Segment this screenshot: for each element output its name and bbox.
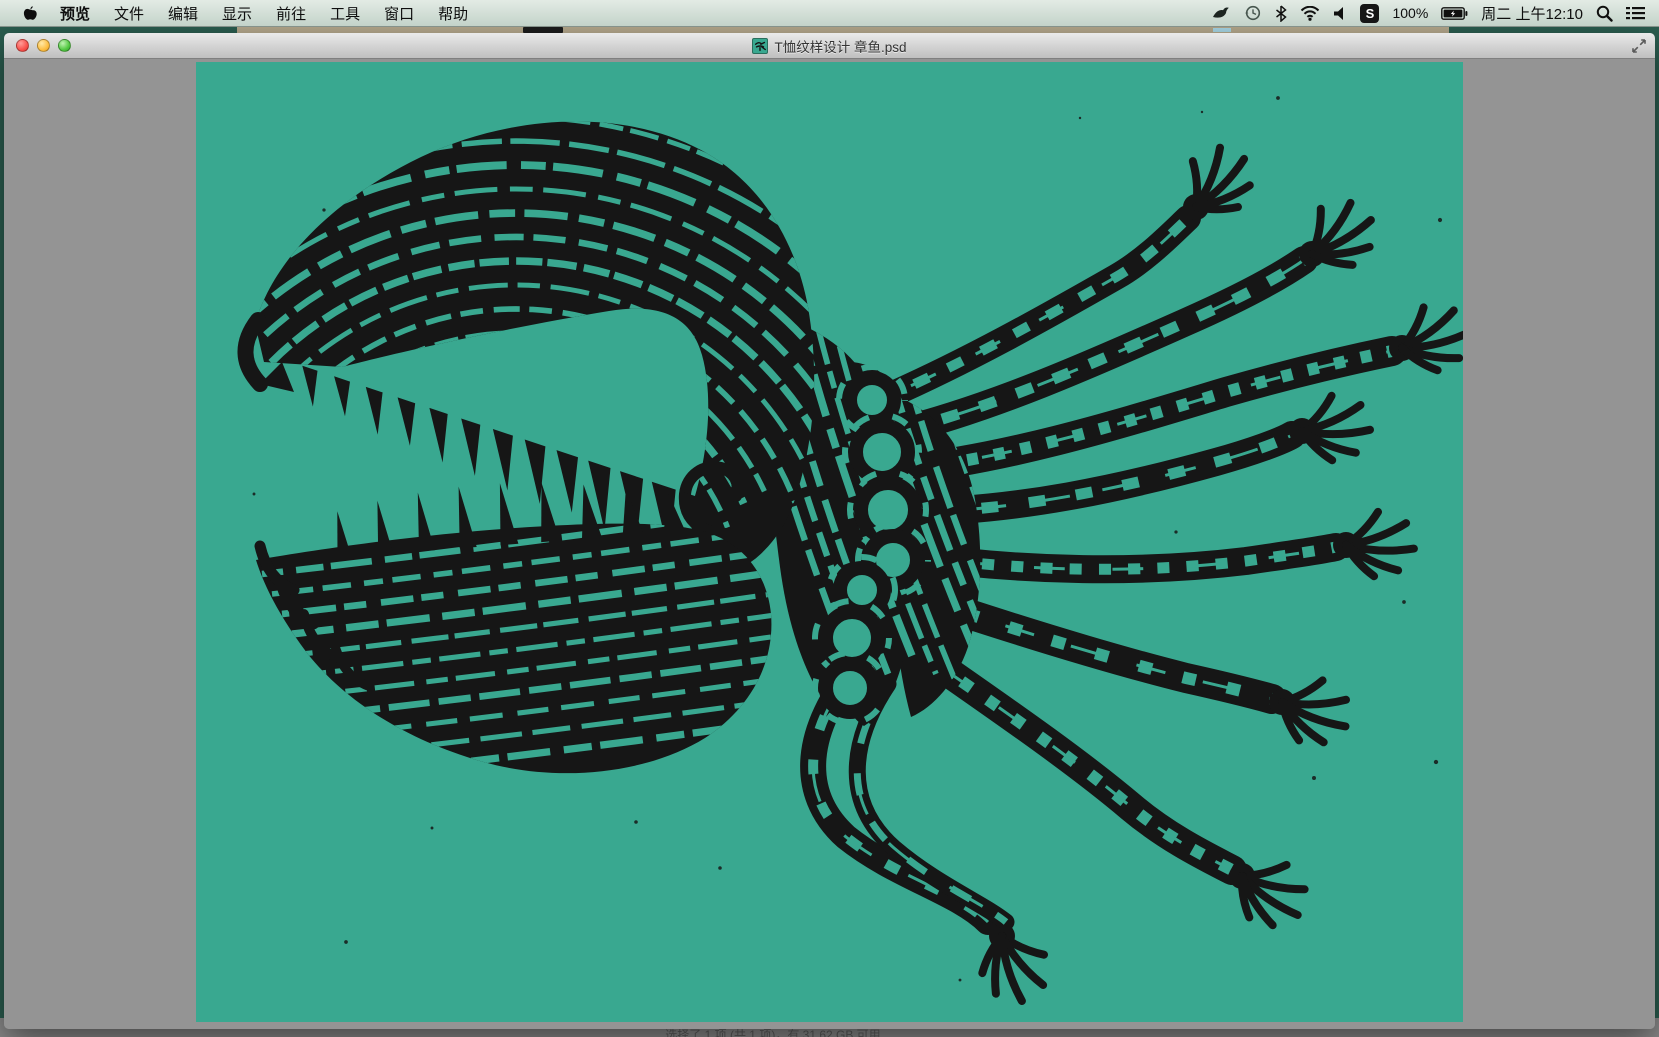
battery-percent: 100%	[1392, 5, 1428, 21]
notification-center-icon[interactable]	[1626, 6, 1645, 20]
input-method-badge[interactable]: S	[1360, 4, 1379, 23]
zoom-button[interactable]	[58, 39, 71, 52]
title-group: T恤纹样设计 章鱼.psd	[752, 36, 906, 56]
minimize-button[interactable]	[37, 39, 50, 52]
window-controls	[16, 33, 71, 58]
bird-status-icon[interactable]	[1211, 5, 1231, 21]
time-machine-icon[interactable]	[1244, 4, 1262, 22]
menu-bar: 预览 文件 编辑 显示 前往 工具 窗口 帮助 S 100% 周二 上午12:1…	[0, 0, 1659, 27]
spotlight-icon[interactable]	[1596, 5, 1613, 22]
menu-file[interactable]: 文件	[114, 3, 144, 24]
window-title: T恤纹样设计 章鱼.psd	[774, 36, 906, 56]
menu-edit[interactable]: 编辑	[168, 3, 198, 24]
volume-icon[interactable]	[1333, 6, 1347, 21]
wifi-icon[interactable]	[1300, 6, 1320, 21]
preview-window: T恤纹样设计 章鱼.psd	[4, 33, 1655, 1029]
preview-content-area	[4, 59, 1655, 1029]
apple-menu-icon[interactable]	[22, 4, 40, 22]
octopus-artwork	[196, 62, 1463, 1022]
desktop: { "menubar": { "app_menu_label": "预览", "…	[0, 0, 1659, 1037]
menu-tools[interactable]: 工具	[330, 3, 360, 24]
menu-go[interactable]: 前往	[276, 3, 306, 24]
menu-bar-left: 预览 文件 编辑 显示 前往 工具 窗口 帮助	[0, 3, 492, 24]
title-bar[interactable]: T恤纹样设计 章鱼.psd	[4, 33, 1655, 59]
menu-view[interactable]: 显示	[222, 3, 252, 24]
bluetooth-icon[interactable]	[1275, 5, 1287, 22]
menu-window[interactable]: 窗口	[384, 3, 414, 24]
document-icon	[752, 38, 768, 54]
fullscreen-button[interactable]	[1631, 38, 1647, 54]
background-window-speck	[1213, 28, 1231, 32]
menu-bar-clock[interactable]: 周二 上午12:10	[1481, 3, 1583, 24]
battery-icon[interactable]	[1441, 7, 1468, 20]
close-button[interactable]	[16, 39, 29, 52]
menu-bar-status-area: S 100% 周二 上午12:10	[1211, 3, 1659, 24]
menu-app[interactable]: 预览	[60, 3, 90, 24]
menu-help[interactable]: 帮助	[438, 3, 468, 24]
